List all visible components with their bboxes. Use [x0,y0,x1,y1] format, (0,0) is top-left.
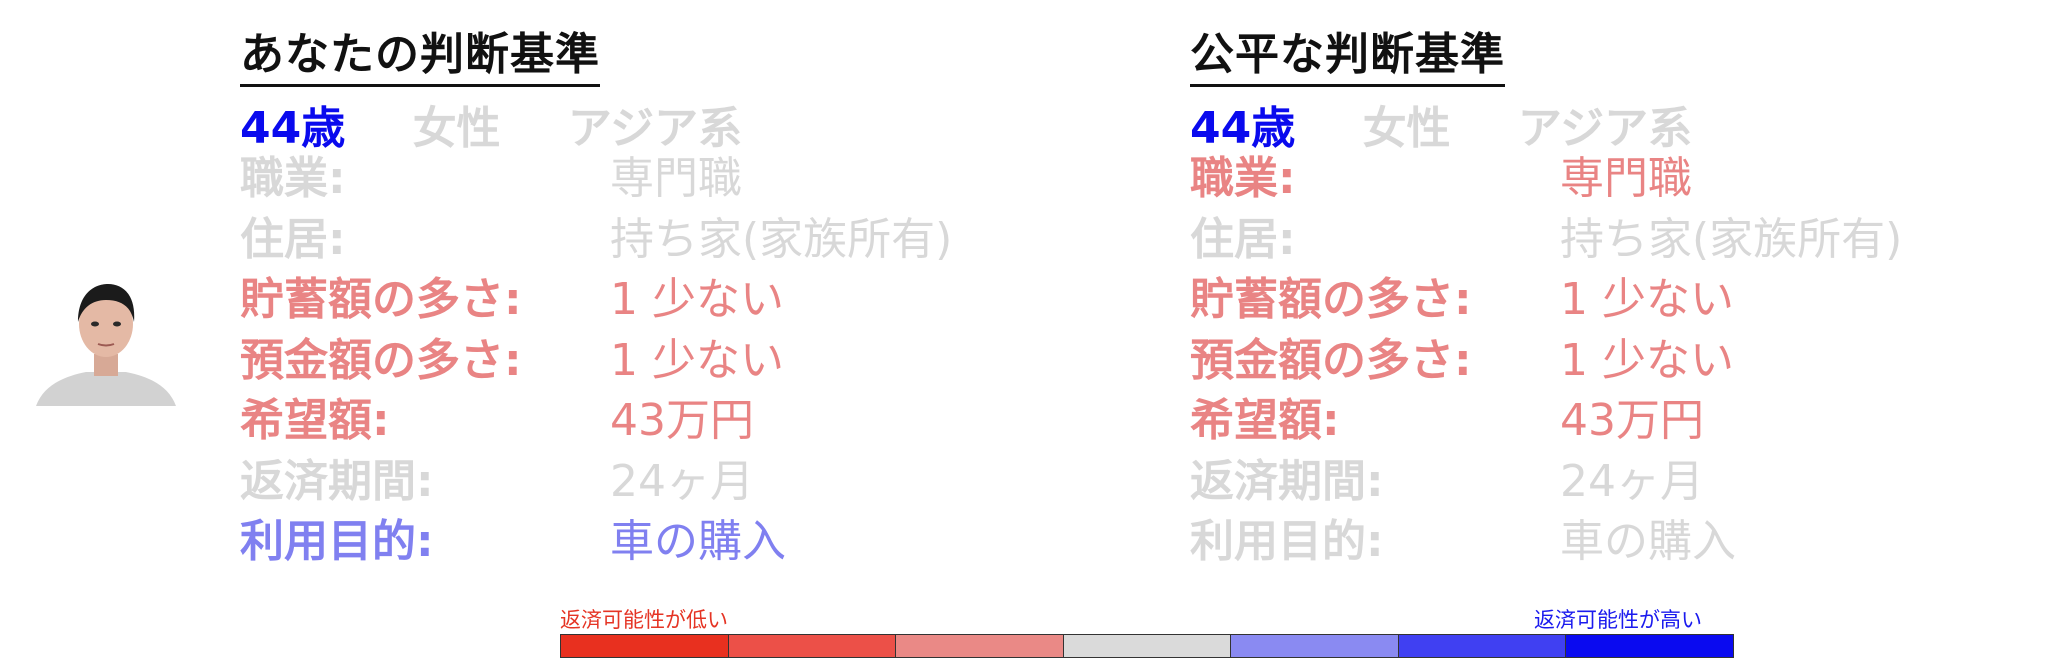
left-attr-value: 43万円 [610,395,754,446]
color-scale-segment [896,635,1064,657]
right-attr-value: 持ち家(家族所有) [1560,213,1903,265]
left-attr-label: 希望額: [240,395,390,446]
left-attr-label: 貯蓄額の多さ: [240,274,522,325]
left-attr-value: 車の購入 [610,516,786,567]
color-scale-segment [1063,635,1232,657]
left-attr-value: 1 少ない [610,334,784,386]
right-gender: 女性 [1362,103,1451,154]
right-panel-title: 公平な判断基準 [1190,18,1505,87]
right-attr-label: 預金額の多さ: [1190,334,1472,386]
right-attr-label: 貯蓄額の多さ: [1190,274,1472,325]
right-attr-label: 利用目的: [1190,516,1384,567]
right-attr-label: 職業: [1190,153,1296,204]
left-gender: 女性 [412,103,501,154]
right-attr-value: 24ヶ月 [1560,455,1704,507]
color-scale-segment [728,635,897,657]
right-attr-value: 1 少ない [1560,334,1734,386]
color-scale-bar [560,634,1734,658]
right-attr-label: 希望額: [1190,395,1340,446]
color-scale-segment [1398,635,1567,657]
left-attr-label: 住居: [240,213,346,265]
left-attr-label: 返済期間: [240,455,434,507]
left-attr-label: 預金額の多さ: [240,334,522,386]
left-attr-label: 利用目的: [240,516,434,567]
right-attr-value: 車の購入 [1560,516,1736,567]
left-attr-value: 1 少ない [610,274,784,325]
left-panel-title: あなたの判断基準 [240,18,600,87]
legend-high-label: 返済可能性が高い [1534,608,1702,632]
legend-low-label: 返済可能性が低い [560,608,728,632]
person-photo-icon [36,272,176,406]
right-attr-label: 返済期間: [1190,455,1384,507]
left-attr-value: 専門職 [610,153,742,204]
right-attr-value: 43万円 [1560,395,1704,446]
color-scale-segment [1566,635,1734,657]
left-attr-value: 24ヶ月 [610,455,754,507]
right-attr-value: 1 少ない [1560,274,1734,325]
color-scale-segment [561,635,729,657]
left-attr-value: 持ち家(家族所有) [610,213,953,265]
left-attr-label: 職業: [240,153,346,204]
right-attr-value: 専門職 [1560,153,1692,204]
color-scale-segment [1231,635,1399,657]
right-attr-label: 住居: [1190,213,1296,265]
